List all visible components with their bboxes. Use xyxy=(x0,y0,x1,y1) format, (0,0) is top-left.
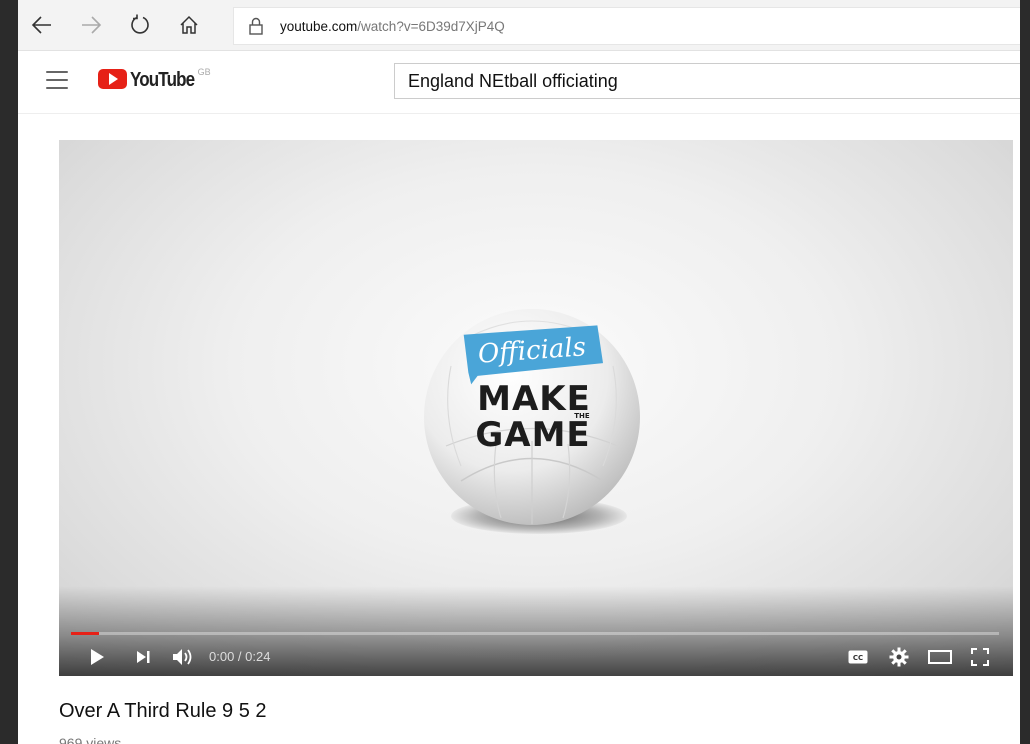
next-video-icon[interactable] xyxy=(131,644,155,670)
region-code: GB xyxy=(197,67,211,77)
svg-text:CC: CC xyxy=(853,654,863,662)
hamburger-menu-icon[interactable] xyxy=(46,71,68,89)
youtube-logo-text: YouTube xyxy=(130,69,195,91)
browser-window: youtube.com/watch?v=6D39d7XjP4Q YouTube … xyxy=(18,0,1020,744)
thumbnail-line2-text: GAME xyxy=(475,415,590,455)
subtitles-cc-icon[interactable]: CC xyxy=(845,644,871,670)
theater-mode-icon[interactable] xyxy=(925,644,955,670)
play-icon[interactable] xyxy=(85,644,109,670)
youtube-logo[interactable]: YouTube GB xyxy=(98,67,211,91)
url-text: youtube.com/watch?v=6D39d7XjP4Q xyxy=(280,19,505,34)
volume-icon[interactable] xyxy=(169,644,197,670)
settings-gear-icon[interactable] xyxy=(886,644,912,670)
lock-icon xyxy=(246,16,266,36)
view-count: 969 views xyxy=(59,735,122,744)
search-query: England NEtball officiating xyxy=(408,70,618,91)
youtube-header: YouTube GB England NEtball officiating xyxy=(18,51,1020,114)
url-domain: youtube.com xyxy=(280,18,358,34)
address-bar[interactable]: youtube.com/watch?v=6D39d7XjP4Q xyxy=(233,7,1020,45)
time-display: 0:00 / 0:24 xyxy=(209,649,271,664)
video-title: Over A Third Rule 9 5 2 xyxy=(59,700,267,722)
netball-thumbnail: Officials MAKE THE GAME xyxy=(421,306,643,528)
video-player[interactable]: Officials MAKE THE GAME 0:00 / 0:24 CC xyxy=(59,140,1013,676)
progress-bar[interactable] xyxy=(71,632,999,635)
url-path: /watch?v=6D39d7XjP4Q xyxy=(357,18,505,34)
refresh-icon[interactable] xyxy=(124,9,156,41)
search-input[interactable]: England NEtball officiating xyxy=(394,63,1020,99)
browser-toolbar: youtube.com/watch?v=6D39d7XjP4Q xyxy=(18,0,1020,51)
progress-played xyxy=(71,632,99,635)
fullscreen-icon[interactable] xyxy=(967,644,993,670)
home-icon[interactable] xyxy=(173,9,205,41)
forward-arrow-icon[interactable] xyxy=(75,9,107,41)
back-arrow-icon[interactable] xyxy=(26,9,58,41)
youtube-play-logo-icon xyxy=(98,69,127,89)
